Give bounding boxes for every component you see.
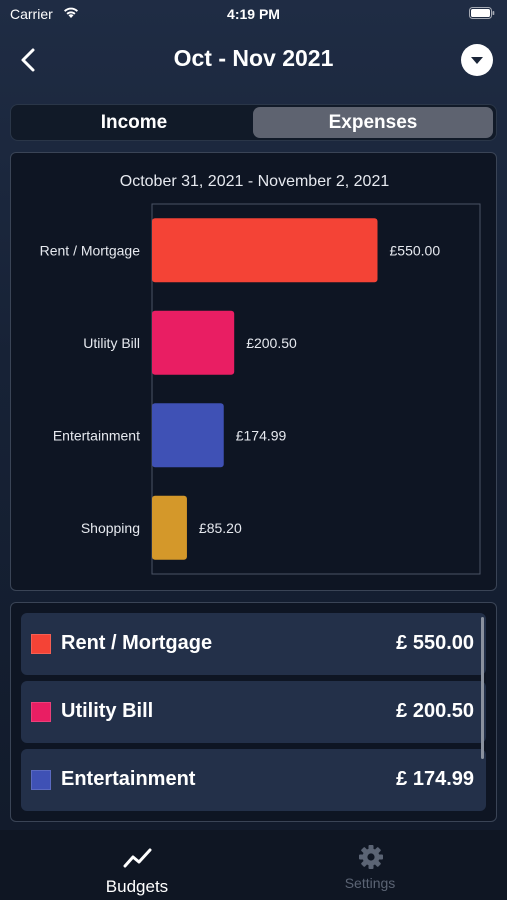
segment-expenses[interactable]: Expenses — [253, 107, 493, 138]
chart-bar[interactable] — [152, 403, 224, 468]
category-amount: £ 550.00 — [396, 632, 474, 654]
income-expenses-segmented-control: Income Expenses — [10, 104, 497, 141]
chevron-down-icon — [471, 57, 483, 64]
category-color-swatch — [31, 634, 51, 654]
tab-settings-label: Settings — [344, 875, 396, 891]
chart-bar[interactable] — [152, 495, 187, 560]
expenses-chart-card: October 31, 2021 - November 2, 2021 Rent… — [10, 152, 497, 591]
chart-value-label: £200.50 — [246, 335, 297, 351]
chart-value-label: £550.00 — [390, 242, 441, 258]
category-amount: £ 200.50 — [396, 700, 474, 722]
tab-settings[interactable]: Settings — [243, 830, 497, 900]
battery-icon — [469, 7, 495, 19]
category-color-swatch — [31, 770, 51, 790]
app-screen: Carrier 4:19 PM Oct - Nov 2021 Income Ex… — [0, 0, 507, 900]
status-bar: Carrier 4:19 PM — [0, 0, 507, 28]
chart-bar[interactable] — [152, 310, 235, 375]
list-item[interactable]: Entertainment £ 174.99 — [21, 749, 486, 811]
chart-category-label: Utility Bill — [83, 335, 140, 351]
chart-value-label: £85.20 — [199, 520, 242, 536]
dropdown-menu-button[interactable] — [461, 44, 493, 76]
category-label: Rent / Mortgage — [61, 632, 213, 654]
list-item[interactable]: Rent / Mortgage £ 550.00 — [21, 613, 486, 675]
chart-category-label: Entertainment — [53, 427, 140, 443]
chart-bar[interactable] — [152, 218, 378, 283]
category-amount: £ 174.99 — [396, 768, 474, 790]
chart-category-label: Rent / Mortgage — [40, 242, 141, 258]
page-title: Oct - Nov 2021 — [173, 45, 334, 71]
expenses-bar-chart: Rent / Mortgage £550.00 Utility Bill £200.5… — [40, 203, 481, 575]
expenses-list: Rent / Mortgage £ 550.00 Utility Bill £ … — [10, 602, 497, 822]
tab-budgets-label: Budgets — [105, 877, 169, 896]
status-time: 4:19 PM — [227, 6, 280, 22]
list-item[interactable]: Utility Bill £ 200.50 — [21, 681, 486, 743]
category-label: Entertainment — [61, 768, 196, 790]
category-label: Utility Bill — [61, 700, 154, 722]
chart-category-label: Shopping — [81, 520, 140, 536]
category-color-swatch — [31, 702, 51, 722]
list-scrollbar[interactable] — [481, 617, 484, 759]
tab-budgets[interactable]: Budgets — [10, 830, 264, 900]
tab-bar: Budgets Settings — [0, 830, 507, 900]
line-chart-icon — [123, 848, 152, 868]
segment-income[interactable]: Income — [14, 107, 254, 138]
gear-icon — [359, 845, 383, 869]
chart-value-label: £174.99 — [236, 427, 287, 443]
